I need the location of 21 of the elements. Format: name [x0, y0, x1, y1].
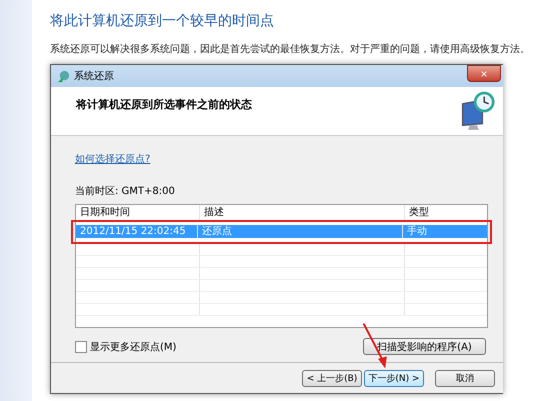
wizard-button[interactable]: 下一步(N) > [364, 370, 424, 386]
table-cell-text: 手动 [406, 225, 428, 238]
checkbox[interactable] [75, 340, 87, 352]
column-header[interactable]: 日期和时间 [76, 205, 200, 220]
monitor-clock-icon [459, 91, 495, 131]
window-title: 系统还原 [74, 70, 114, 83]
dialog-heading: 将计算机还原到所选事件之前的状态 [76, 97, 252, 113]
timezone-label: 当前时区: GMT+8:00 [75, 184, 176, 198]
checkbox-label: 显示更多还原点(M) [90, 340, 176, 354]
page-description: 系统还原可以解决很多系统问题，因此是首先尝试的最佳恢复方法。对于严重的问题，请使用高级恢复方法。 [50, 42, 531, 56]
column-header[interactable]: 描述 [200, 205, 405, 220]
column-header[interactable]: 类型 [405, 205, 485, 220]
help-link[interactable]: 如何选择还原点? [75, 152, 150, 166]
wizard-button[interactable]: 取消 [435, 370, 495, 386]
scan-programs-button[interactable]: 扫描受影响的程序(A) [363, 338, 486, 355]
arrow-drawing [362, 323, 387, 368]
page-heading: 将此计算机还原到一个较早的时间点 [50, 12, 275, 31]
table-cell: 还原点 [198, 225, 403, 238]
restore-icon [57, 70, 70, 82]
wizard-button[interactable]: < 上一步(B) [302, 370, 362, 386]
table-cell: 2012/11/15 22:02:45 [76, 225, 198, 238]
